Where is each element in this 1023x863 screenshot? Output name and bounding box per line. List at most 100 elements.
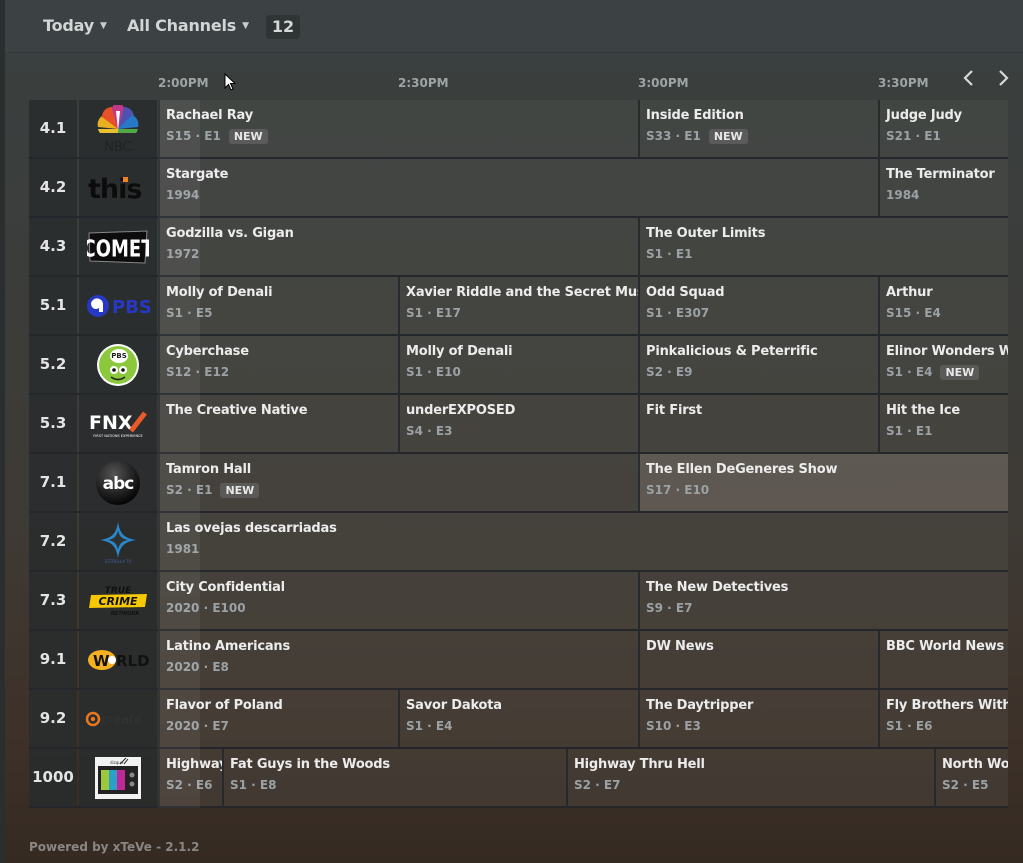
program-cell[interactable]: Fit First	[638, 395, 878, 452]
program-cell[interactable]: The Daytripper S10 · E3	[638, 690, 878, 747]
footer-credit: Powered by xTeVe - 2.1.2	[29, 840, 200, 854]
program-cell[interactable]: Rachael Ray S15 · E1 NEW	[158, 100, 638, 157]
program-cell[interactable]: Molly of Denali S1 · E5	[158, 277, 398, 334]
episode-info: S1 · E1	[646, 247, 693, 261]
svg-text:this: this	[88, 174, 141, 203]
program-meta: S2 · E7	[574, 778, 934, 792]
program-meta: 2020 · E100	[166, 601, 638, 615]
program-cell[interactable]: Pinkalicious & Peterrific S2 · E9	[638, 336, 878, 393]
episode-info: S9 · E7	[646, 601, 693, 615]
program-title: Tamron Hall	[166, 462, 251, 477]
program-title: Elinor Wonders Why	[886, 344, 1008, 359]
channel-filter-dropdown[interactable]: All Channels ▼	[127, 16, 249, 35]
timeline-header: 2:00PM 2:30PM 3:00PM 3:30PM	[0, 53, 1023, 100]
program-meta: S1 · E4 NEW	[886, 365, 1008, 380]
program-cell[interactable]: The Outer Limits S1 · E1	[638, 218, 1008, 275]
svg-text:NETWORK: NETWORK	[111, 611, 141, 617]
program-cell[interactable]: Judge Judy S21 · E1	[878, 100, 1008, 157]
channel-number: 4.1	[29, 100, 77, 157]
program-cell[interactable]: Latino Americans 2020 · E8	[158, 631, 638, 688]
program-cell[interactable]: DW News	[638, 631, 878, 688]
program-cell[interactable]: Elinor Wonders Why S1 · E4 NEW	[878, 336, 1008, 393]
program-title: Pinkalicious & Peterrific	[646, 344, 818, 359]
program-cell[interactable]: Hit the Ice S1 · E1	[878, 395, 1008, 452]
episode-info: S1 · E4	[406, 719, 453, 733]
svg-text:dizque: dizque	[110, 760, 124, 765]
program-cell[interactable]: Molly of Denali S1 · E10	[398, 336, 638, 393]
svg-text:COMET: COMET	[87, 236, 149, 263]
mouse-cursor-icon	[224, 73, 236, 91]
comet-logo: COMET	[79, 218, 157, 275]
program-cell[interactable]: City Confidential 2020 · E100	[158, 572, 638, 629]
program-cell[interactable]: Flavor of Poland 2020 · E7	[158, 690, 398, 747]
program-cell[interactable]: Odd Squad S1 · E307	[638, 277, 878, 334]
program-cell[interactable]: Stargate 1994	[158, 159, 878, 216]
program-cell[interactable]: Tamron Hall S2 · E1 NEW	[158, 454, 638, 511]
program-title: DW News	[646, 639, 714, 654]
program-cell[interactable]: The Ellen DeGeneres Show S17 · E10	[638, 454, 1008, 511]
program-title: The Outer Limits	[646, 226, 766, 241]
channel-number: 7.2	[29, 513, 77, 570]
program-meta: S12 · E12	[166, 365, 398, 379]
row-divider	[29, 806, 1008, 808]
program-meta: S4 · E3	[406, 424, 638, 438]
previous-time-button[interactable]	[962, 68, 974, 93]
program-title: Latino Americans	[166, 639, 291, 654]
program-cell[interactable]: Cyberchase S12 · E12	[158, 336, 398, 393]
program-meta: 1981	[166, 542, 1008, 556]
program-cell[interactable]: The Creative Native	[158, 395, 398, 452]
program-title: The Creative Native	[166, 403, 308, 418]
program-cell[interactable]: Highway Thru Hell S2 · E6	[158, 749, 222, 806]
epg-grid: 4.1 NBC Rachael Ray S15 · E1 NEW Inside Edit…	[29, 100, 1008, 808]
program-cell[interactable]: Arthur S15 · E4	[878, 277, 1008, 334]
program-cell[interactable]: Las ovejas descarriadas 1981	[158, 513, 1008, 570]
program-meta: S9 · E7	[646, 601, 1008, 615]
program-meta: S21 · E1	[886, 129, 1008, 143]
channel-row: 9.2 create Flavor of Poland 2020 · E7 Savor …	[29, 690, 1008, 749]
program-cell[interactable]: The Terminator 1984	[878, 159, 1008, 216]
program-title: underEXPOSED	[406, 403, 516, 418]
program-cell[interactable]: BBC World News America	[878, 631, 1008, 688]
this-tv-logo: this	[79, 159, 157, 216]
svg-text:PBS: PBS	[112, 297, 150, 318]
program-cell[interactable]: Savor Dakota S1 · E4	[398, 690, 638, 747]
episode-info: S15 · E4	[886, 306, 941, 320]
next-time-button[interactable]	[998, 68, 1010, 93]
channel-number: 5.1	[29, 277, 77, 334]
program-cell[interactable]: North Woods Law S2 · E5	[934, 749, 1008, 806]
program-meta: S1 · E5	[166, 306, 398, 320]
channel-number: 5.2	[29, 336, 77, 393]
program-title: Highway Thru Hell	[574, 757, 705, 772]
svg-text:NBC: NBC	[104, 140, 132, 153]
program-cell[interactable]: Highway Thru Hell S2 · E7	[566, 749, 934, 806]
channel-number: 4.2	[29, 159, 77, 216]
program-meta: S15 · E4	[886, 306, 1008, 320]
new-badge: NEW	[220, 483, 260, 498]
program-cell[interactable]: Xavier Riddle and the Secret Museum S1 · …	[398, 277, 638, 334]
program-cell[interactable]: underEXPOSED S4 · E3	[398, 395, 638, 452]
program-cell[interactable]: Fly Brothers With Ernie S1 · E6	[878, 690, 1008, 747]
program-cell[interactable]: The New Detectives S9 · E7	[638, 572, 1008, 629]
day-dropdown[interactable]: Today ▼	[43, 16, 107, 35]
episode-info: 2020 · E8	[166, 660, 229, 674]
channel-number: 1000	[29, 749, 77, 806]
episode-info: S2 · E5	[942, 778, 989, 792]
program-title: Savor Dakota	[406, 698, 502, 713]
episode-info: S2 · E6	[166, 778, 213, 792]
program-meta: S2 · E9	[646, 365, 878, 379]
program-meta: S1 · E1	[886, 424, 1008, 438]
program-cell[interactable]: Inside Edition S33 · E1 NEW	[638, 100, 878, 157]
pbs-logo: PBS	[79, 277, 157, 334]
program-meta: S2 · E5	[942, 778, 1008, 792]
program-meta: S1 · E307	[646, 306, 878, 320]
program-cell[interactable]: Fat Guys in the Woods S1 · E8	[222, 749, 566, 806]
program-meta: S1 · E6	[886, 719, 1008, 733]
program-title: Inside Edition	[646, 108, 744, 123]
episode-info: S2 · E9	[646, 365, 693, 379]
channel-number: 9.1	[29, 631, 77, 688]
program-meta: S33 · E1 NEW	[646, 129, 878, 144]
program-title: Rachael Ray	[166, 108, 253, 123]
program-title: Cyberchase	[166, 344, 249, 359]
program-cell[interactable]: Godzilla vs. Gigan 1972	[158, 218, 638, 275]
program-title: Fly Brothers With Ernie	[886, 698, 1008, 713]
